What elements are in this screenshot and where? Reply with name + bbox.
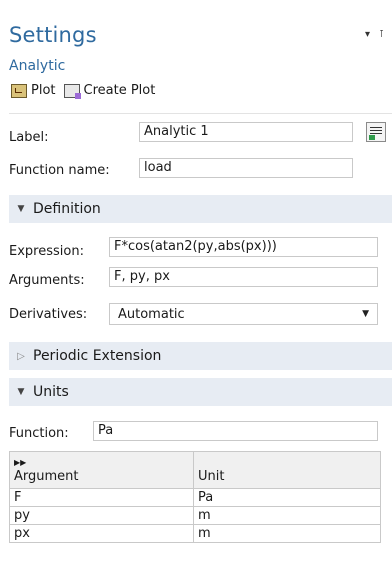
- pin-icon[interactable]: ⊺: [379, 29, 384, 40]
- create-plot-button-label: Create Plot: [83, 83, 156, 98]
- settings-panel: Settings ▾ ⊺ Analytic Plot Create Plot L…: [9, 9, 392, 562]
- section-periodic-extension[interactable]: ▷ Periodic Extension: [9, 342, 392, 370]
- section-definition[interactable]: ▼ Definition: [9, 195, 392, 223]
- argument-cell: F: [9, 488, 194, 507]
- window-menu-icon[interactable]: ▾: [365, 29, 370, 40]
- section-periodic-title: Periodic Extension: [33, 348, 162, 364]
- function-name-caption: Function name:: [9, 163, 110, 178]
- divider: [9, 113, 392, 114]
- section-definition-title: Definition: [33, 201, 101, 217]
- derivatives-select-value: Automatic: [118, 306, 185, 322]
- function-name-field[interactable]: load: [139, 158, 353, 178]
- arguments-caption: Arguments:: [9, 273, 85, 288]
- edit-label-icon[interactable]: [366, 122, 386, 142]
- section-units-title: Units: [33, 384, 69, 400]
- plot-button-label: Plot: [31, 83, 56, 98]
- argument-cell: px: [9, 524, 194, 543]
- plot-icon: [11, 83, 27, 98]
- function-unit-caption: Function:: [9, 426, 69, 441]
- argument-cell: py: [9, 506, 194, 525]
- toolbar: Plot Create Plot: [11, 83, 156, 99]
- column-header-argument[interactable]: ▶▶ Argument: [9, 451, 194, 489]
- expand-down-icon: ▼: [17, 204, 25, 214]
- function-unit-field[interactable]: Pa: [93, 421, 378, 441]
- label-caption: Label:: [9, 130, 49, 145]
- unit-cell[interactable]: Pa: [193, 488, 381, 507]
- chevron-down-icon: ▼: [362, 309, 369, 319]
- plot-button[interactable]: Plot: [11, 83, 56, 98]
- create-plot-button[interactable]: Create Plot: [63, 83, 156, 99]
- create-plot-icon: [63, 83, 81, 99]
- expression-caption: Expression:: [9, 244, 84, 259]
- arguments-field[interactable]: F, py, px: [109, 267, 378, 287]
- derivatives-select[interactable]: Automatic ▼: [109, 303, 378, 325]
- derivatives-caption: Derivatives:: [9, 307, 88, 322]
- page-title: Settings: [9, 23, 97, 47]
- units-table: ▶▶ Argument Unit F Pa py m px m: [9, 451, 381, 543]
- unit-cell[interactable]: m: [193, 506, 381, 525]
- column-header-unit[interactable]: Unit: [193, 451, 381, 489]
- label-field[interactable]: Analytic 1: [139, 122, 353, 142]
- expand-right-icon: ▷: [17, 350, 25, 362]
- expression-field[interactable]: F*cos(atan2(py,abs(px))): [109, 237, 378, 257]
- unit-cell[interactable]: m: [193, 524, 381, 543]
- sort-icon: ▶▶: [14, 458, 27, 467]
- table-row[interactable]: px m: [9, 524, 381, 543]
- section-units[interactable]: ▼ Units: [9, 378, 392, 406]
- expand-down-icon: ▼: [17, 387, 25, 397]
- table-row[interactable]: py m: [9, 506, 381, 525]
- node-type-subtitle: Analytic: [9, 58, 66, 74]
- table-row[interactable]: F Pa: [9, 488, 381, 507]
